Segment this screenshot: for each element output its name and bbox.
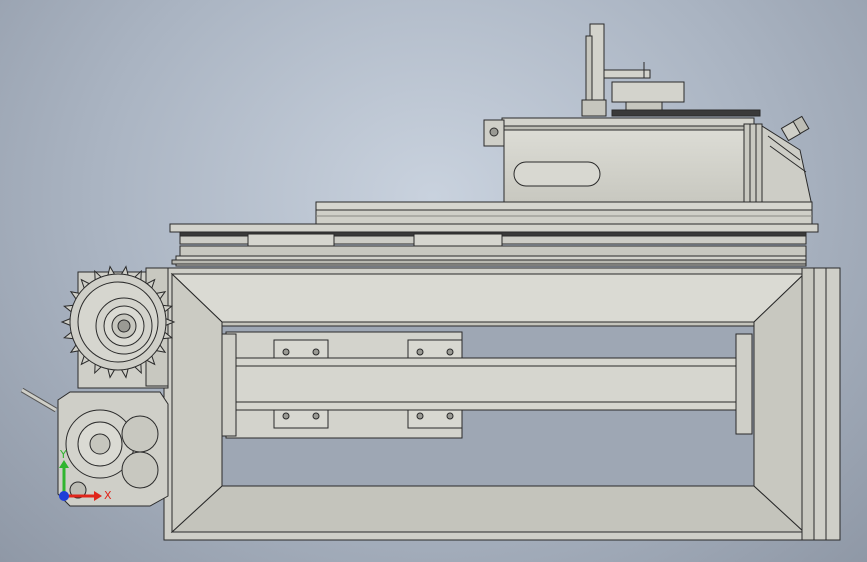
gearbox-lower — [20, 387, 169, 507]
mast-head-block — [611, 81, 685, 103]
table-plates — [169, 201, 819, 267]
top-mast-assembly — [581, 23, 761, 117]
cad-model-drawing[interactable]: X Y — [0, 0, 867, 562]
sprocket-upper — [69, 273, 167, 371]
mast-arm — [603, 69, 651, 79]
x-axis-label: X — [104, 489, 112, 502]
y-axis-label: Y — [59, 448, 67, 461]
frame-end-plate — [813, 267, 841, 541]
housing-slot — [513, 161, 601, 187]
z-axis-dot — [59, 491, 69, 501]
table-top-plate — [169, 223, 819, 233]
rail-end-right — [735, 333, 753, 435]
rail-end-left — [221, 333, 237, 437]
upper-housing — [483, 115, 813, 207]
cad-viewport[interactable]: X Y — [0, 0, 867, 562]
